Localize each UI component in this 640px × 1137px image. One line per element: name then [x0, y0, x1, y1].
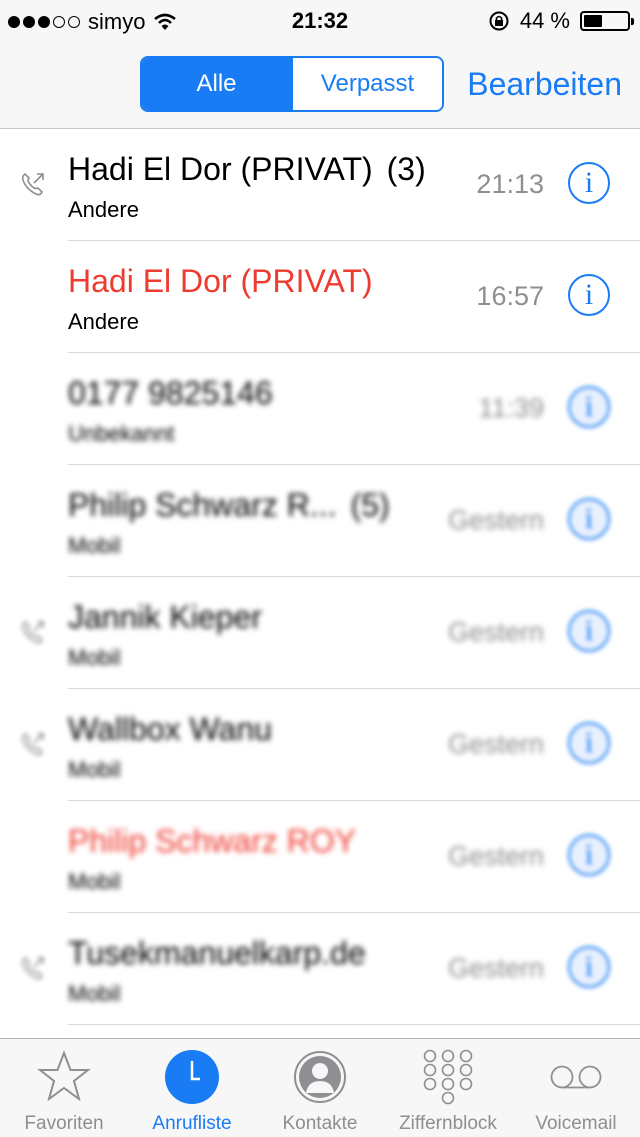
number-type: Mobil	[68, 645, 121, 670]
call-time: Gestern	[447, 617, 544, 647]
call-row[interactable]: Hadi El Dor (PRIVAT) (3) Andere 21:13 i	[0, 129, 640, 241]
segment-all[interactable]: Alle	[142, 58, 291, 110]
tab-label: Favoriten	[24, 1113, 104, 1134]
info-icon[interactable]: i	[568, 386, 610, 428]
outgoing-call-icon	[20, 171, 46, 197]
edit-button[interactable]: Bearbeiten	[467, 66, 622, 103]
battery-percent: 44 %	[519, 8, 570, 33]
clock-icon	[164, 1049, 220, 1105]
battery-icon	[580, 11, 634, 31]
caller-name: Hadi El Dor (PRIVAT) (3)	[68, 151, 426, 188]
call-time: Gestern	[447, 841, 544, 871]
caller-name-text: Wallbox Wanu	[68, 711, 272, 747]
call-time: Gestern	[447, 729, 544, 759]
call-count: (3)	[386, 151, 426, 187]
caller-name-text: Jannik Kieper	[68, 599, 262, 635]
voicemail-icon	[548, 1049, 604, 1105]
caller-name-text: Hadi El Dor (PRIVAT)	[68, 151, 373, 187]
caller-name: Tusekmanuelkarp.de	[68, 935, 366, 972]
call-count: (5)	[350, 487, 390, 523]
call-time: 21:13	[476, 169, 544, 199]
call-row[interactable]: Philip Schwarz ROY Mobil Gestern i	[0, 801, 640, 913]
nav-bar: Alle Verpasst Bearbeiten	[0, 40, 640, 129]
tab-label: Kontakte	[282, 1113, 358, 1134]
tab-kontakte[interactable]: Kontakte	[256, 1039, 384, 1137]
caller-name-text: 0177 9825146	[68, 375, 273, 411]
tab-voicemail[interactable]: Voicemail	[512, 1039, 640, 1137]
call-filter-segmented-control: Alle Verpasst	[140, 56, 444, 112]
number-type: Mobil	[68, 757, 121, 782]
tab-label: Voicemail	[535, 1113, 617, 1134]
info-icon[interactable]: i	[568, 274, 610, 316]
call-list: Hadi El Dor (PRIVAT) (3) Andere 21:13 i Hadi …	[0, 129, 640, 1025]
caller-name: Philip Schwarz R... (5)	[68, 487, 390, 524]
outgoing-call-icon	[20, 619, 46, 645]
call-row[interactable]: Philip Schwarz R... (5) Mobil Gestern i	[0, 465, 640, 577]
caller-name-text: Tusekmanuelkarp.de	[68, 935, 366, 971]
call-row[interactable]: Hadi El Dor (PRIVAT) Andere 16:57 i	[0, 241, 640, 353]
info-icon[interactable]: i	[568, 498, 610, 540]
caller-name-text: Philip Schwarz ROY	[68, 823, 357, 859]
segment-missed[interactable]: Verpasst	[291, 58, 442, 110]
outgoing-call-icon	[20, 955, 46, 981]
keypad-icon	[420, 1049, 476, 1105]
call-row[interactable]: 0177 9825146 Unbekannt 11:39 i	[0, 353, 640, 465]
star-icon	[36, 1049, 92, 1105]
caller-name: 0177 9825146	[68, 375, 273, 412]
caller-name-text: Hadi El Dor (PRIVAT)	[68, 263, 373, 299]
contact-icon	[292, 1049, 348, 1105]
caller-name: Hadi El Dor (PRIVAT)	[68, 263, 373, 300]
tab-bar: Favoriten Anrufliste Kontakte Ziffernblock V…	[0, 1038, 640, 1137]
rotation-lock-icon	[489, 11, 509, 31]
number-type: Andere	[68, 197, 139, 222]
info-icon[interactable]: i	[568, 162, 610, 204]
status-bar: simyo 21:32 44 %	[0, 0, 640, 40]
call-time: 11:39	[478, 393, 544, 423]
number-type: Mobil	[68, 981, 121, 1006]
info-icon[interactable]: i	[568, 722, 610, 764]
tab-ziffernblock[interactable]: Ziffernblock	[384, 1039, 512, 1137]
call-row[interactable]: Wallbox Wanu Mobil Gestern i	[0, 689, 640, 801]
tab-label: Anrufliste	[152, 1113, 232, 1134]
tab-anrufliste[interactable]: Anrufliste	[128, 1039, 256, 1137]
tab-favoriten[interactable]: Favoriten	[0, 1039, 128, 1137]
call-time: 16:57	[476, 281, 544, 311]
info-icon[interactable]: i	[568, 610, 610, 652]
call-row[interactable]: Jannik Kieper Mobil Gestern i	[0, 577, 640, 689]
caller-name: Philip Schwarz ROY	[68, 823, 356, 860]
number-type: Unbekannt	[68, 421, 175, 446]
call-time: Gestern	[447, 953, 544, 983]
call-row[interactable]: Tusekmanuelkarp.de Mobil Gestern i	[0, 913, 640, 1025]
caller-name: Wallbox Wanu	[68, 711, 272, 748]
info-icon[interactable]: i	[568, 834, 610, 876]
outgoing-call-icon	[20, 731, 46, 757]
status-right: 44 %	[488, 8, 634, 34]
tab-label: Ziffernblock	[399, 1113, 497, 1134]
number-type: Andere	[68, 309, 139, 334]
number-type: Mobil	[68, 869, 121, 894]
info-icon[interactable]: i	[568, 946, 610, 988]
number-type: Mobil	[68, 533, 121, 558]
caller-name-text: Philip Schwarz R...	[68, 487, 337, 523]
call-time: Gestern	[447, 505, 544, 535]
caller-name: Jannik Kieper	[68, 599, 262, 636]
